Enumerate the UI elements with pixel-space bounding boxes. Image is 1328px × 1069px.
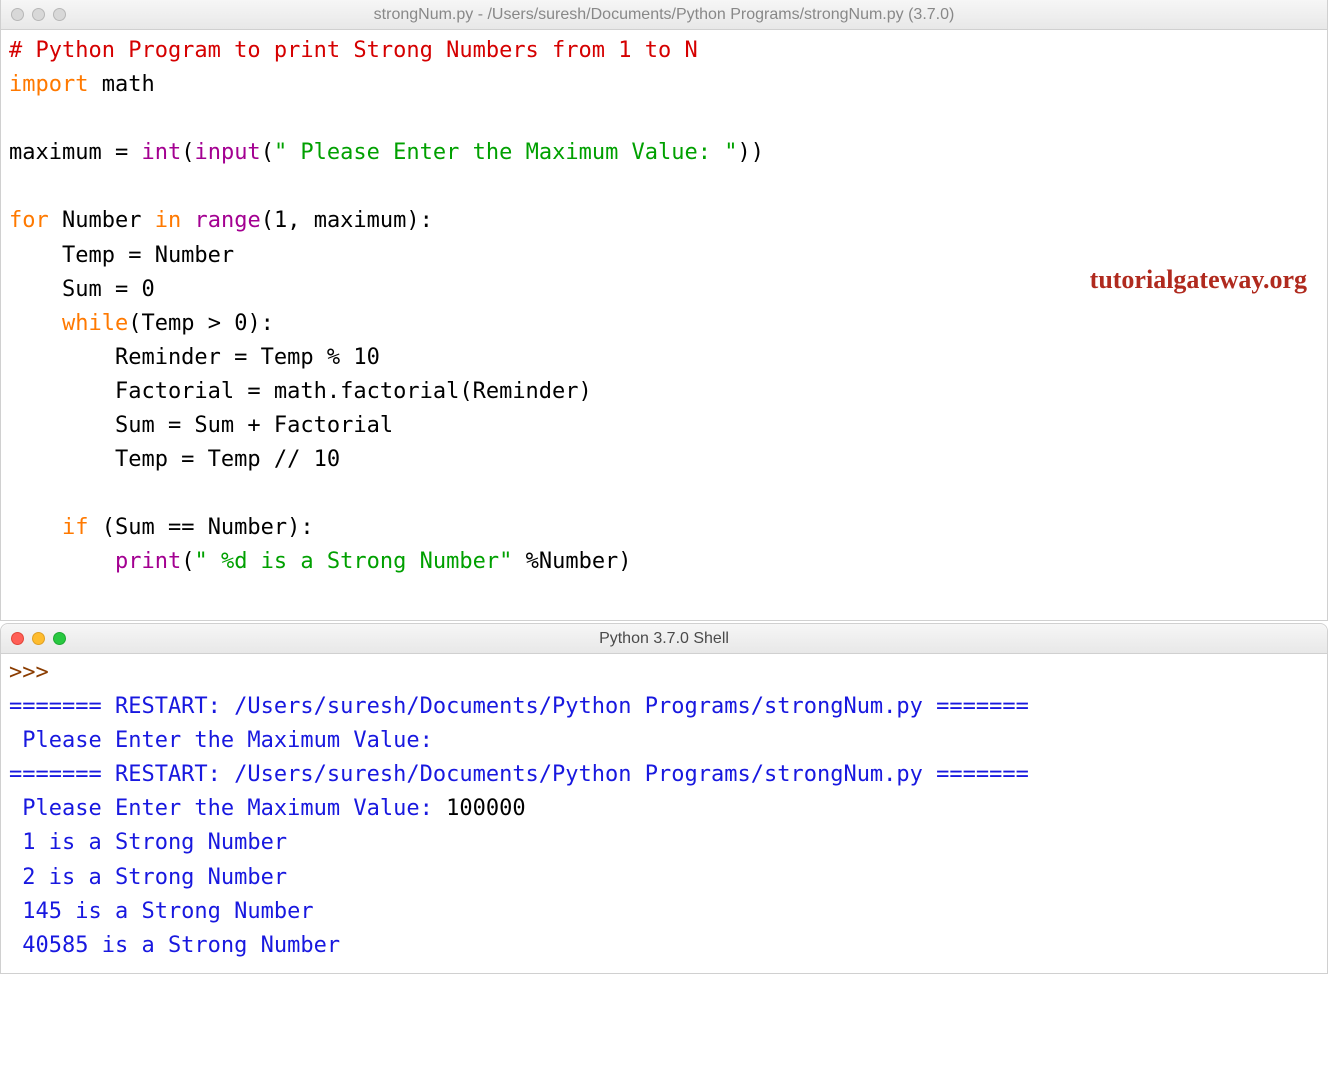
code-builtin: input xyxy=(194,140,260,165)
shell-restart-line: ======= RESTART: /Users/suresh/Documents… xyxy=(9,762,1029,787)
code-text: Temp = Temp // xyxy=(9,447,314,472)
code-number: 0 xyxy=(141,277,154,302)
code-text: )) xyxy=(738,140,765,165)
code-text: ( xyxy=(261,208,274,233)
code-indent xyxy=(9,311,62,336)
code-text: Sum = xyxy=(9,277,141,302)
code-text: Reminder = Temp % xyxy=(9,345,353,370)
code-text: (Temp > xyxy=(128,311,234,336)
code-editor[interactable]: # Python Program to print Strong Numbers… xyxy=(1,30,1327,620)
code-text: ( xyxy=(261,140,274,165)
shell-input-prompt: Please Enter the Maximum Value: xyxy=(9,728,446,753)
code-number: 10 xyxy=(353,345,380,370)
shell-input-prompt: Please Enter the Maximum Value: xyxy=(9,796,446,821)
minimize-icon[interactable] xyxy=(32,8,45,21)
editor-title: strongNum.py - /Users/suresh/Documents/P… xyxy=(11,6,1317,24)
shell-output-line: 1 is a Strong Number xyxy=(9,830,287,855)
shell-restart-line: ======= RESTART: /Users/suresh/Documents… xyxy=(9,694,1029,719)
code-keyword: if xyxy=(62,515,89,540)
close-icon[interactable] xyxy=(11,8,24,21)
shell-output[interactable]: >>> ======= RESTART: /Users/suresh/Docum… xyxy=(1,654,1327,973)
code-indent xyxy=(9,549,115,574)
code-text: Sum = Sum + Factorial xyxy=(9,413,393,438)
minimize-icon[interactable] xyxy=(32,632,45,645)
editor-window: strongNum.py - /Users/suresh/Documents/P… xyxy=(0,0,1328,621)
editor-titlebar[interactable]: strongNum.py - /Users/suresh/Documents/P… xyxy=(1,0,1327,30)
code-text: (Sum == Number): xyxy=(88,515,313,540)
shell-title: Python 3.7.0 Shell xyxy=(11,630,1317,648)
code-keyword: in xyxy=(155,208,182,233)
shell-window: Python 3.7.0 Shell >>> ======= RESTART: … xyxy=(0,623,1328,974)
code-number: 1 xyxy=(274,208,287,233)
window-controls xyxy=(11,632,66,645)
code-builtin: int xyxy=(141,140,181,165)
code-builtin: print xyxy=(115,549,181,574)
code-text: Factorial = math.factorial(Reminder) xyxy=(9,379,592,404)
zoom-icon[interactable] xyxy=(53,632,66,645)
code-text: maximum = xyxy=(9,140,141,165)
code-text: %Number) xyxy=(512,549,631,574)
code-text: ( xyxy=(181,549,194,574)
code-text xyxy=(181,208,194,233)
code-number: 10 xyxy=(314,447,341,472)
code-text: math xyxy=(88,72,154,97)
shell-titlebar[interactable]: Python 3.7.0 Shell xyxy=(1,624,1327,654)
code-text: ( xyxy=(181,140,194,165)
window-controls xyxy=(11,8,66,21)
close-icon[interactable] xyxy=(11,632,24,645)
shell-prompt: >>> xyxy=(9,660,62,685)
shell-output-line: 2 is a Strong Number xyxy=(9,865,287,890)
zoom-icon[interactable] xyxy=(53,8,66,21)
code-keyword: import xyxy=(9,72,88,97)
code-indent xyxy=(9,515,62,540)
code-string: " Please Enter the Maximum Value: " xyxy=(274,140,738,165)
code-comment: # Python Program to print Strong Numbers… xyxy=(9,38,698,63)
code-text: , maximum): xyxy=(287,208,433,233)
code-keyword: for xyxy=(9,208,49,233)
watermark: tutorialgateway.org xyxy=(1090,260,1307,300)
code-builtin: range xyxy=(194,208,260,233)
code-text: Temp = Number xyxy=(9,243,234,268)
code-text: Number xyxy=(49,208,155,233)
shell-output-line: 40585 is a Strong Number xyxy=(9,933,340,958)
shell-user-input: 100000 xyxy=(446,796,525,821)
code-text: ): xyxy=(247,311,274,336)
shell-output-line: 145 is a Strong Number xyxy=(9,899,314,924)
code-keyword: while xyxy=(62,311,128,336)
code-number: 0 xyxy=(234,311,247,336)
code-string: " %d is a Strong Number" xyxy=(194,549,512,574)
